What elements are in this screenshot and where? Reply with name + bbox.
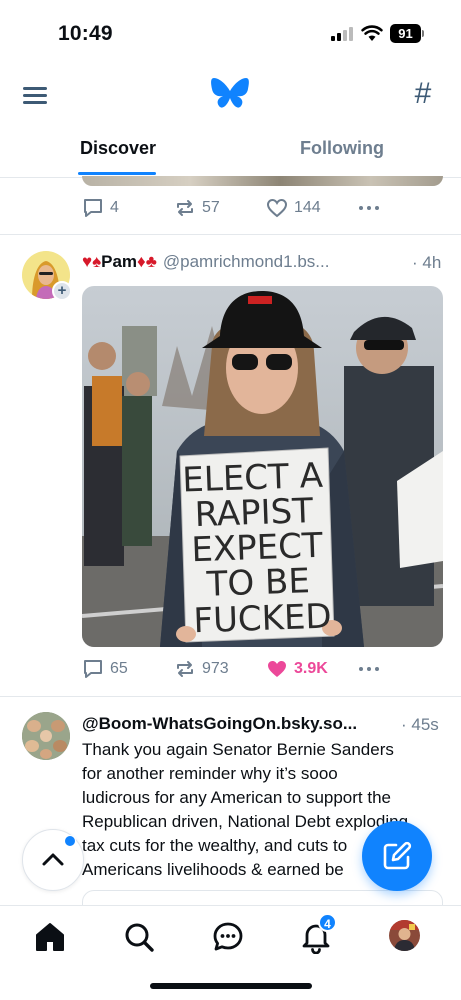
repost-icon (177, 200, 193, 216)
name: Pam (101, 252, 138, 271)
more-options-icon[interactable] (358, 195, 384, 221)
repost-icon (177, 661, 193, 677)
post-text-line: for another reminder why it’s sooo (82, 764, 338, 783)
profile-avatar-image (389, 920, 420, 951)
status-time: 10:49 (58, 22, 113, 45)
butterfly-logo-icon (211, 78, 249, 108)
home-icon[interactable] (33, 920, 67, 954)
previous-post-actions: 4 57 144 (82, 195, 442, 221)
repost-button[interactable]: 57 (174, 195, 220, 221)
home-indicator (150, 983, 312, 989)
heart-icon (266, 198, 288, 218)
more-options-icon[interactable] (358, 656, 384, 682)
status-bar: 10:49 91 (0, 0, 461, 68)
compose-button[interactable] (362, 821, 432, 891)
tab-following[interactable]: Following (300, 138, 384, 159)
sign-line-5: FUCKED (193, 596, 332, 641)
reply-button[interactable]: 65 (82, 656, 128, 682)
like-count: 144 (294, 199, 321, 216)
reply-count: 4 (110, 199, 119, 216)
profile-avatar[interactable] (389, 920, 420, 951)
new-posts-dot (64, 835, 76, 847)
repost-count: 973 (202, 660, 229, 677)
notification-badge: 4 (318, 913, 337, 932)
like-count: 3.9K (294, 660, 328, 677)
reply-icon (84, 199, 102, 217)
cellular-signal-icon (331, 27, 355, 41)
app-header: # (0, 68, 461, 124)
name-prefix: ♥♠ (82, 252, 102, 271)
reply-button[interactable]: 4 (82, 195, 119, 221)
post-time[interactable]: · 4h (412, 253, 441, 273)
post-image[interactable]: ELECT A RAPIST EXPECT TO BE FUCKED (82, 286, 443, 647)
battery-level: 91 (390, 24, 421, 43)
avatar-image (22, 712, 70, 760)
like-button[interactable]: 144 (266, 195, 321, 221)
compose-icon (383, 841, 412, 870)
repost-button[interactable]: 973 (174, 656, 229, 682)
post-header: @Boom-WhatsGoingOn.bsky.so... (82, 713, 357, 735)
divider (0, 234, 461, 235)
post-text-line: ludicrous for any American to support th… (82, 788, 391, 807)
reply-count: 65 (110, 660, 128, 677)
heart-filled-icon (268, 661, 286, 677)
post-text-line: Thank you again Senator Bernie Sanders (82, 740, 394, 759)
search-icon[interactable] (122, 920, 156, 954)
hashtag-icon[interactable]: # (408, 78, 438, 110)
protest-photo: ELECT A RAPIST EXPECT TO BE FUCKED (82, 286, 443, 647)
feed-tabs: Discover Following (0, 124, 461, 178)
post-actions: 65 973 3.9K (82, 656, 442, 682)
post-time[interactable]: · 45s (401, 715, 439, 735)
name-suffix: ♦♣ (137, 252, 157, 271)
divider (0, 696, 461, 697)
wifi-icon (361, 25, 383, 41)
post-header: ♥♠Pam♦♣ @pamrichmond1.bs... (82, 251, 329, 273)
battery-icon: 91 (390, 24, 424, 43)
menu-icon[interactable] (20, 81, 50, 109)
previous-post-image[interactable] (82, 176, 443, 186)
author-handle[interactable]: @pamrichmond1.bs... (163, 252, 330, 272)
follow-plus-icon[interactable]: + (52, 281, 72, 301)
chat-icon[interactable] (211, 920, 245, 954)
author-display-name[interactable]: ♥♠Pam♦♣ (82, 252, 157, 272)
active-tab-indicator (78, 172, 156, 175)
repost-count: 57 (202, 199, 220, 216)
reply-icon (84, 660, 102, 678)
like-button[interactable]: 3.9K (266, 656, 328, 682)
avatar[interactable] (22, 712, 70, 760)
author-handle[interactable]: @Boom-WhatsGoingOn.bsky.so... (82, 714, 357, 734)
tab-discover[interactable]: Discover (80, 138, 156, 159)
